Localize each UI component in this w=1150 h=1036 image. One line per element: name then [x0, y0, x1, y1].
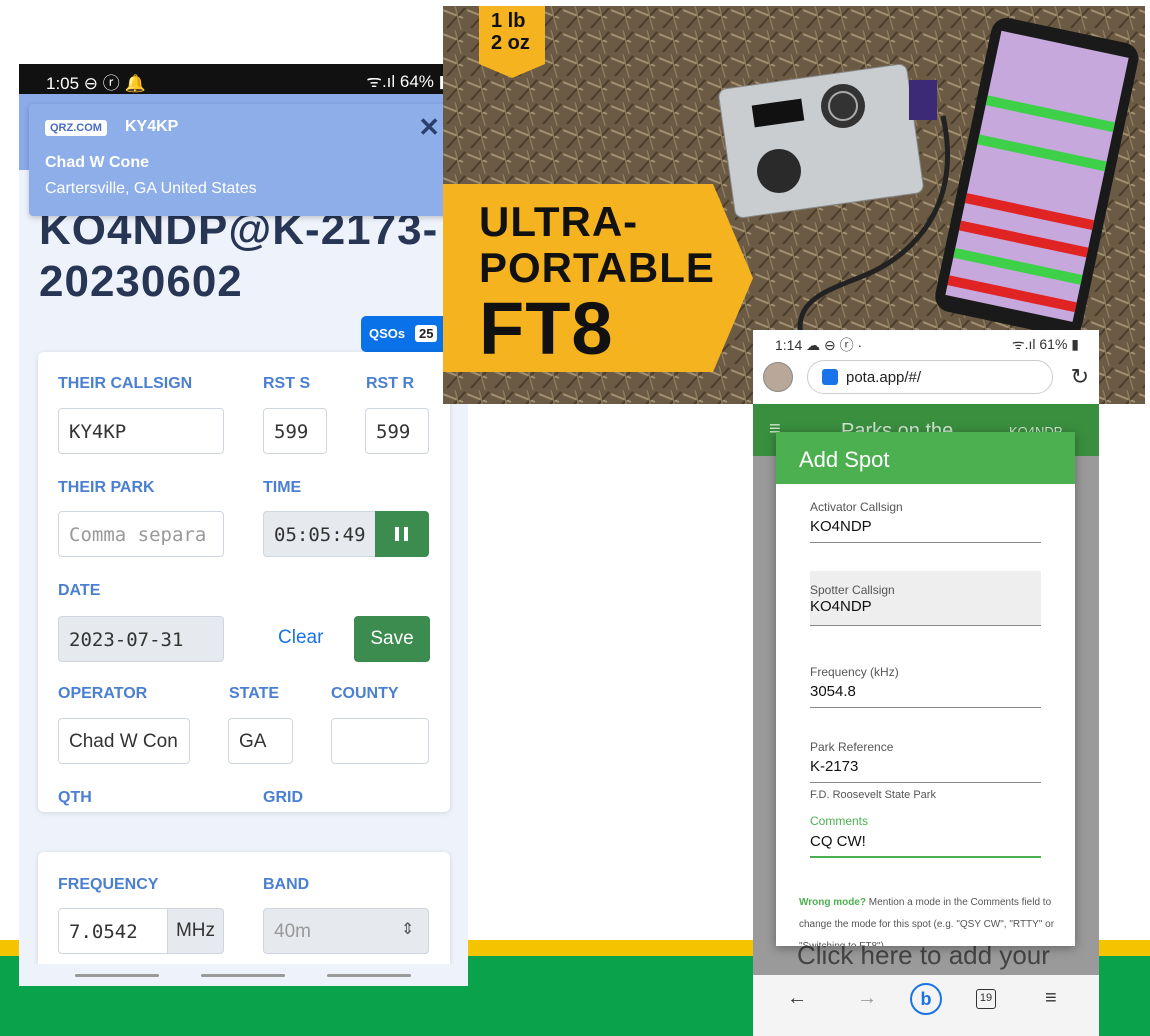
frequency-label: FREQUENCY [58, 876, 159, 893]
time-input[interactable]: 05:05:49 [263, 511, 376, 557]
save-button[interactable]: Save [354, 616, 430, 662]
address-field[interactable]: pota.app/#/ [807, 360, 1053, 394]
status-time: 1:05 ⊖ ⓡ 🔔 [46, 74, 146, 93]
status-bar: 1:05 ⊖ ⓡ 🔔 ᯤ.ıl 64% ▮ [19, 64, 468, 94]
grid-label: GRID [263, 789, 303, 806]
spotter-label: Spotter Callsign [810, 583, 895, 597]
qsos-label: QSOs [369, 326, 406, 341]
qsos-count-badge: 25 [415, 325, 438, 342]
clear-button[interactable]: Clear [278, 627, 323, 649]
qrz-badge: QRZ.COM [45, 120, 107, 136]
their-park-label: THEIR PARK [58, 479, 155, 496]
status-indicators: ᯤ.ıl 64% ▮ [366, 72, 448, 91]
bing-icon[interactable]: b [910, 983, 942, 1015]
county-input[interactable] [331, 718, 429, 764]
state-input[interactable]: GA [228, 718, 293, 764]
qrz-location: Cartersville, GA United States [45, 180, 257, 197]
date-label: DATE [58, 582, 101, 599]
forward-icon[interactable]: → [857, 987, 877, 1010]
status-time: 1:14 ☁ ⊖ ⓡ · [775, 337, 863, 353]
weight-line-2: 2 oz [491, 32, 530, 54]
wrong-mode-note: Wrong mode? Mention a mode in the Commen… [799, 892, 1055, 946]
select-caret-icon: ⇕ [401, 921, 415, 938]
pause-icon[interactable] [375, 511, 429, 557]
lock-icon [822, 369, 838, 385]
park-reference-label: Park Reference [810, 740, 894, 754]
menu-icon[interactable]: ≡ [1045, 987, 1057, 1010]
headline-line-3: FT8 [479, 287, 614, 370]
qsos-button[interactable]: QSOs 25 [361, 316, 449, 352]
their-callsign-input[interactable]: KY4KP [58, 408, 224, 454]
spotter-value: KO4NDP [810, 598, 872, 615]
qrz-lookup-popup: QRZ.COM KY4KP ✕ Chad W Cone Cartersville… [29, 104, 458, 216]
add-spot-dialog: Add Spot Activator Callsign KO4NDP Spott… [776, 432, 1075, 946]
comments-field[interactable]: CQ CW! [810, 833, 866, 850]
qth-label: QTH [58, 789, 92, 806]
reload-icon[interactable]: ↻ [1071, 364, 1089, 390]
park-name: F.D. Roosevelt State Park [810, 789, 936, 801]
date-input[interactable]: 2023-07-31 [58, 616, 224, 662]
left-phone-screenshot: 1:05 ⊖ ⓡ 🔔 ᯤ.ıl 64% ▮ KO4NDP@K-2173- 202… [19, 64, 468, 986]
qrz-name: Chad W Cone [45, 154, 149, 171]
band-label: BAND [263, 876, 310, 893]
gesture-nav-bar [19, 964, 468, 986]
title-line-2: 20230602 [39, 257, 243, 306]
weight-tag: 1 lb 2 oz [479, 6, 545, 78]
rst-sent-label: RST S [263, 375, 311, 392]
avatar[interactable] [763, 362, 793, 392]
headline-line-2: PORTABLE [479, 244, 715, 291]
their-park-input[interactable]: Comma separa [58, 511, 224, 557]
rst-received-label: RST R [366, 375, 414, 392]
frequency-field[interactable]: 3054.8 [810, 683, 856, 700]
qrz-callsign: KY4KP [125, 118, 179, 135]
park-reference-field[interactable]: K-2173 [810, 758, 858, 775]
status-bar: 1:14 ☁ ⊖ ⓡ · ᯤ.ıl 61% ▮ [753, 330, 1099, 356]
close-icon[interactable]: ✕ [418, 112, 440, 143]
weight-line-1: 1 lb [491, 10, 526, 32]
county-label: COUNTY [331, 685, 399, 702]
browser-nav-bar: ← → b 19 ≡ [753, 975, 1099, 1036]
time-label: TIME [263, 479, 302, 496]
rst-received-input[interactable]: 599 [365, 408, 429, 454]
back-icon[interactable]: ← [787, 987, 807, 1010]
frequency-input[interactable]: 7.0542 [58, 908, 168, 954]
activator-field[interactable]: KO4NDP [810, 518, 872, 535]
wrong-mode-strong: Wrong mode? [799, 897, 867, 908]
page-title: KO4NDP@K-2173- 20230602 [39, 204, 468, 308]
rst-sent-input[interactable]: 599 [263, 408, 327, 454]
state-label: STATE [229, 685, 280, 702]
status-indicators: ᯤ.ıl 61% ▮ [1011, 336, 1079, 352]
headline-line-1: ULTRA- [479, 198, 639, 245]
url-text: pota.app/#/ [846, 369, 922, 386]
frequency-label: Frequency (kHz) [810, 665, 899, 679]
dialog-title: Add Spot [776, 432, 1075, 484]
activator-label: Activator Callsign [810, 500, 903, 514]
tabs-icon[interactable]: 19 [976, 989, 996, 1009]
operator-input[interactable]: Chad W Con [58, 718, 190, 764]
their-callsign-label: THEIR CALLSIGN [58, 375, 193, 392]
operator-label: OPERATOR [58, 685, 148, 702]
comments-label: Comments [810, 814, 869, 828]
frequency-unit: MHz [167, 908, 224, 954]
browser-url-bar: pota.app/#/ ↻ [753, 356, 1099, 404]
